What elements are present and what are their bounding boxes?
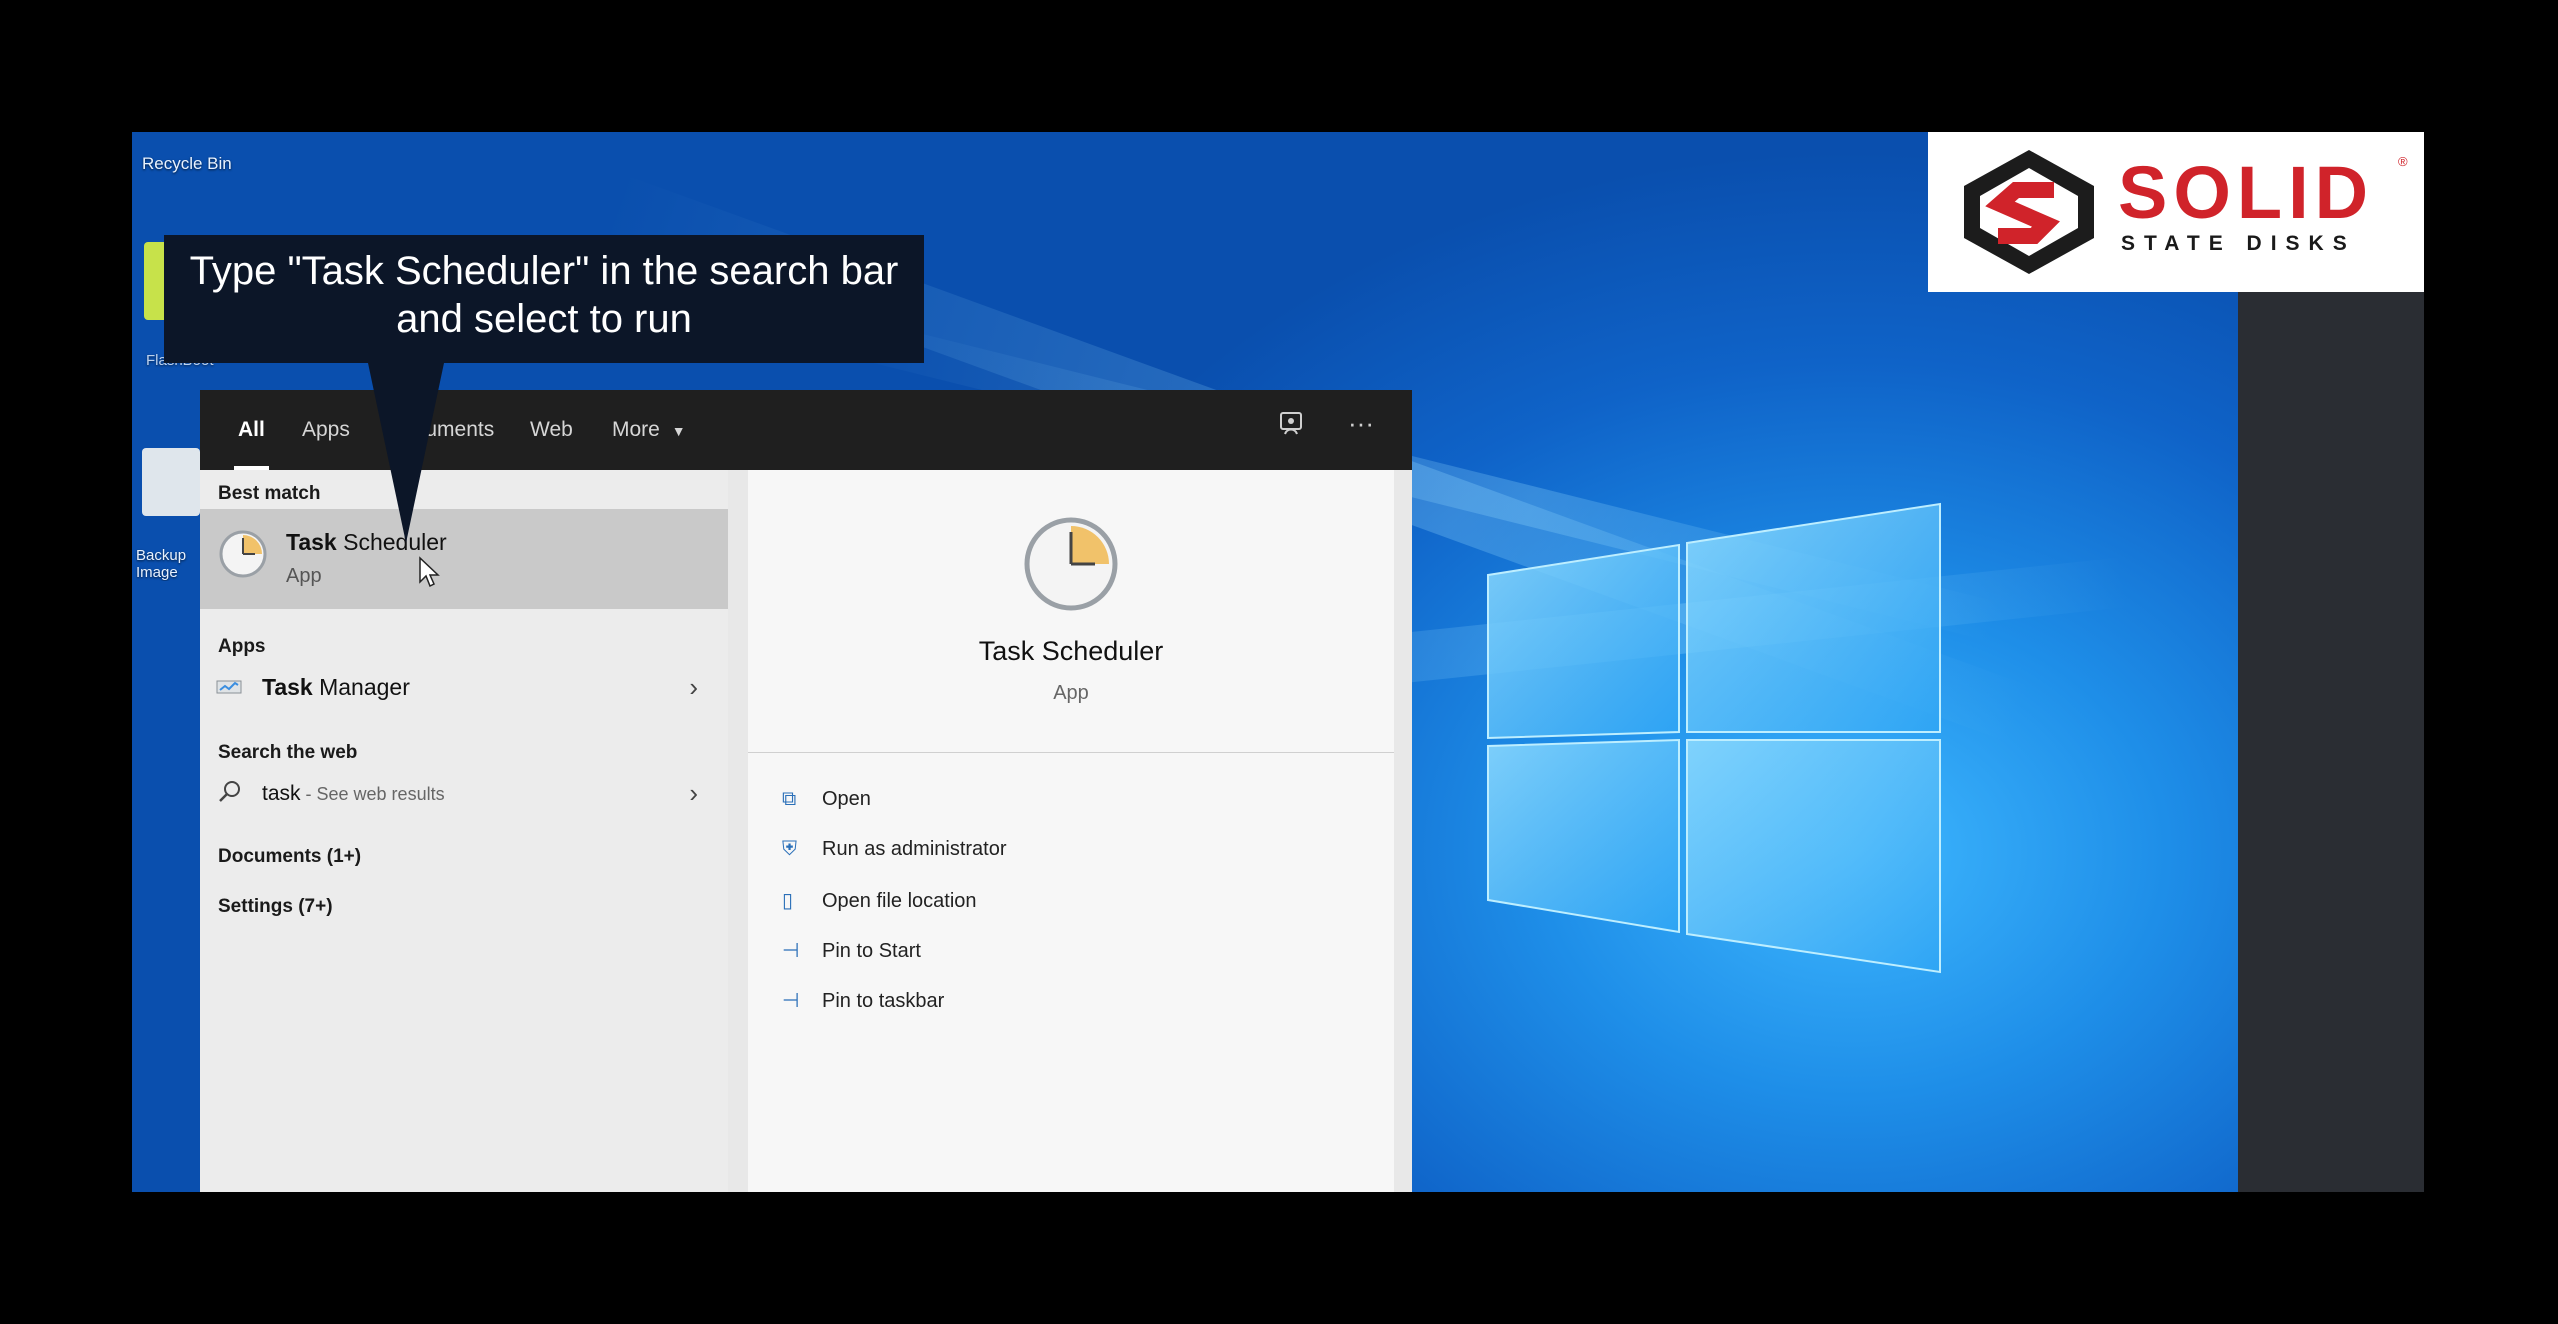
clock-icon bbox=[1024, 517, 1118, 611]
more-options-icon[interactable]: ··· bbox=[1348, 408, 1374, 439]
apps-header: Apps bbox=[218, 636, 266, 657]
logo-tagline: STATE DISKS bbox=[2121, 232, 2356, 255]
caption-pointer bbox=[368, 363, 444, 543]
detail-pane: Task Scheduler App ⧉ Open ⛨ Run as adminis… bbox=[748, 470, 1394, 1192]
open-action[interactable]: ⧉ Open bbox=[782, 788, 871, 811]
task-manager-icon bbox=[216, 680, 242, 694]
pin-to-taskbar-action[interactable]: ⊣ Pin to taskbar bbox=[782, 988, 944, 1013]
backup-image-icon[interactable] bbox=[142, 448, 200, 516]
tab-all[interactable]: All bbox=[234, 390, 269, 470]
tab-more[interactable]: More ▼ bbox=[612, 390, 686, 470]
tab-apps[interactable]: Apps bbox=[302, 390, 350, 470]
open-file-location-action[interactable]: ▯ Open file location bbox=[782, 888, 977, 913]
detail-subtitle: App bbox=[1053, 682, 1089, 704]
list-item-web-search[interactable]: task - See web results › bbox=[200, 772, 728, 818]
open-icon: ⧉ bbox=[782, 788, 797, 810]
detail-title: Task Scheduler bbox=[978, 636, 1164, 666]
settings-category[interactable]: Settings (7+) bbox=[218, 896, 333, 918]
chevron-right-icon: › bbox=[689, 672, 698, 702]
mouse-cursor-icon bbox=[419, 556, 440, 588]
instruction-caption: Type "Task Scheduler" in the search bar … bbox=[164, 235, 924, 363]
caption-line-2: and select to run bbox=[396, 297, 692, 341]
side-panel bbox=[2238, 292, 2424, 1192]
best-match-type: App bbox=[286, 565, 322, 587]
folder-icon: ▯ bbox=[782, 890, 794, 912]
search-web-header: Search the web bbox=[218, 742, 358, 763]
caret-down-icon: ▼ bbox=[671, 423, 686, 439]
tab-web[interactable]: Web bbox=[530, 390, 573, 470]
list-item-task-manager[interactable]: Task Manager › bbox=[200, 666, 728, 712]
documents-category[interactable]: Documents (1+) bbox=[218, 846, 361, 868]
pin-icon: ⊣ bbox=[782, 940, 800, 962]
best-match-header: Best match bbox=[218, 483, 321, 504]
best-match-item[interactable]: Task Scheduler App bbox=[200, 509, 728, 609]
desktop: Recycle Bin FlashBoot Backup Image SOLID… bbox=[132, 132, 2424, 1192]
recycle-bin-icon[interactable]: Recycle Bin bbox=[142, 154, 232, 174]
results-list: Best match Task Scheduler App Apps Task … bbox=[200, 470, 728, 1192]
logo-word: SOLID bbox=[2118, 151, 2375, 234]
admin-icon: ⛨ bbox=[782, 838, 797, 860]
logo-mark-icon bbox=[1964, 150, 2094, 274]
run-as-administrator-action[interactable]: ⛨ Run as administrator bbox=[782, 838, 1007, 861]
caption-line-1: Type "Task Scheduler" in the search bar bbox=[189, 249, 899, 293]
backup-image-label: Backup Image bbox=[136, 547, 187, 581]
web-search-label: task - See web results bbox=[262, 782, 445, 805]
recycle-bin-label: Recycle Bin bbox=[142, 154, 232, 173]
chevron-right-icon: › bbox=[689, 778, 698, 808]
pin-icon: ⊣ bbox=[782, 990, 800, 1012]
detail-divider bbox=[748, 752, 1394, 753]
feedback-icon[interactable] bbox=[1278, 410, 1306, 445]
task-manager-label: Task Manager bbox=[262, 674, 410, 700]
clock-icon bbox=[219, 530, 267, 578]
logo-registered: ® bbox=[2398, 154, 2408, 169]
solid-state-disks-logo: SOLID ® STATE DISKS bbox=[1928, 132, 2424, 292]
pin-to-start-action[interactable]: ⊣ Pin to Start bbox=[782, 938, 921, 963]
detail-header: Task Scheduler App bbox=[748, 470, 1394, 752]
search-icon bbox=[219, 781, 240, 802]
